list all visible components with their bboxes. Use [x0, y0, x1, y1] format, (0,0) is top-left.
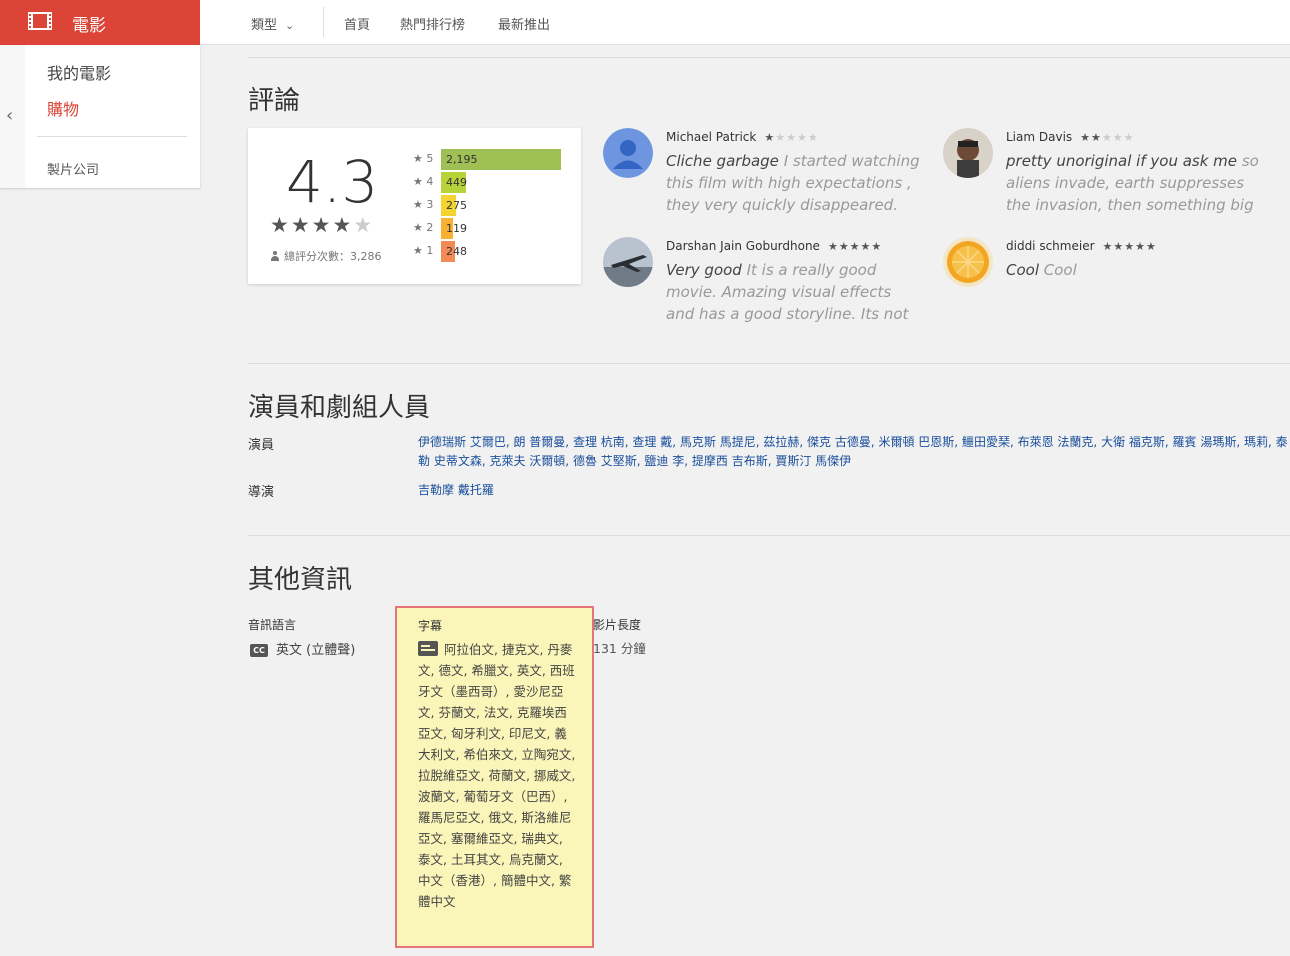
actor-link[interactable]: 羅賓 湯瑪斯	[1173, 435, 1237, 449]
review-stars: ★★★★★	[764, 131, 819, 144]
chevron-down-icon: ⌄	[285, 19, 295, 32]
reviewer-name: diddi schmeier ★★★★★	[1006, 239, 1157, 253]
review-text: Cool Cool	[1006, 259, 1261, 281]
actor-link[interactable]: 米爾頓 巴恩斯	[878, 435, 954, 449]
actor-link[interactable]: 查理 杭南	[573, 435, 625, 449]
histogram-star-label: ★ 1	[413, 244, 434, 257]
collapse-sidebar-button[interactable]: ‹	[0, 45, 25, 188]
subtitles-icon	[418, 641, 438, 656]
info-title: 其他資訊	[248, 565, 353, 595]
actor-link[interactable]: 鹽迪 李	[644, 454, 684, 468]
review-stars: ★★★★★	[1080, 131, 1135, 144]
director-link[interactable]: 吉勒摩 戴托羅	[418, 481, 494, 498]
histogram-star-label: ★ 3	[413, 198, 434, 211]
actor-link[interactable]: 伊德瑞斯 艾爾巴	[418, 435, 506, 449]
actor-link[interactable]: 賈斯汀 馬傑伊	[775, 454, 851, 468]
histogram-star-label: ★ 2	[413, 221, 434, 234]
review-headline: Cool	[1006, 261, 1039, 279]
actors-label: 演員	[248, 438, 275, 453]
section-divider	[248, 57, 1290, 58]
app-title: 電影	[72, 16, 106, 36]
reviewer-name-text: Liam Davis	[1006, 130, 1073, 144]
person-icon	[270, 251, 280, 261]
runtime-label: 影片長度	[593, 618, 642, 632]
review-headline: pretty unoriginal if you ask me	[1006, 152, 1238, 170]
brand-header[interactable]: 電影	[0, 0, 200, 45]
reviewer-name: Darshan Jain Goburdhone ★★★★★	[666, 239, 882, 253]
review-body: Cool	[1043, 261, 1077, 279]
actor-link[interactable]: 克萊夫 沃爾頓	[489, 454, 565, 468]
sidebar: ‹ 我的電影 購物 製片公司	[0, 45, 200, 188]
actor-link[interactable]: 瑪莉	[1244, 435, 1268, 449]
closed-caption-icon: CC	[250, 644, 268, 657]
genre-label: 類型	[251, 18, 278, 33]
review-text: Very good It is a really good movie. Ama…	[666, 259, 921, 325]
actor-link[interactable]: 馬克斯 馬提尼	[680, 435, 756, 449]
runtime-value: 131 分鐘	[593, 641, 646, 656]
actor-link[interactable]: 鱷田愛琹	[962, 435, 1010, 449]
review-headline: Cliche garbage	[666, 152, 779, 170]
rating-summary-card: 4.3 ★★★★★ 總評分次數：3,286 ★ 5 2,195 ★ 4 449 ★ 3 2…	[248, 128, 581, 284]
reviewer-name: Michael Patrick ★★★★★	[666, 130, 819, 144]
cast-title: 演員和劇組人員	[248, 393, 431, 423]
nav-divider	[323, 7, 324, 37]
average-rating: 4.3	[286, 148, 379, 216]
chevron-left-icon: ‹	[6, 105, 14, 126]
reviewer-name: Liam Davis ★★★★★	[1006, 130, 1135, 144]
histogram-count: 449	[446, 176, 467, 189]
histogram-star-label: ★ 4	[413, 175, 434, 188]
reviewer-name-text: Michael Patrick	[666, 130, 757, 144]
section-divider	[248, 363, 1290, 364]
avatar	[943, 237, 993, 287]
sidebar-divider	[37, 136, 187, 137]
avatar	[603, 237, 653, 287]
actor-link[interactable]: 傑克 古德曼	[807, 435, 871, 449]
histogram-star-label: ★ 5	[413, 152, 434, 165]
nav-top-charts[interactable]: 熱門排行榜	[400, 14, 465, 33]
total-ratings-label: 總評分次數：3,286	[284, 250, 382, 263]
sidebar-item-shop[interactable]: 購物	[47, 96, 79, 120]
actor-link[interactable]: 布萊恩 法蘭克	[1018, 435, 1094, 449]
audio-label: 音訊語言	[248, 618, 297, 632]
review-headline: Very good	[666, 261, 742, 279]
actors-list: 伊德瑞斯 艾爾巴, 朗 普爾曼, 查理 杭南, 查理 戴, 馬克斯 馬提尼, 茲…	[418, 435, 1288, 468]
actor-link[interactable]: 提摩西 吉布斯	[692, 454, 768, 468]
reviews-title: 評論	[248, 86, 301, 116]
nav-new-releases[interactable]: 最新推出	[498, 14, 550, 33]
actor-link[interactable]: 大衛 福克斯	[1101, 435, 1165, 449]
histogram-count: 2,195	[446, 153, 478, 166]
actor-link[interactable]: 查理 戴	[632, 435, 672, 449]
review-stars: ★★★★★	[1102, 240, 1157, 253]
review-text: pretty unoriginal if you ask me so alien…	[1006, 150, 1261, 216]
audio-value: CC 英文 (立體聲)	[250, 639, 355, 658]
genre-dropdown[interactable]: 類型 ⌄	[251, 14, 294, 33]
nav-home[interactable]: 首頁	[344, 14, 370, 33]
review-stars: ★★★★★	[827, 240, 883, 253]
actor-link[interactable]: 德魯 艾堅斯	[573, 454, 637, 468]
film-icon	[28, 12, 52, 30]
reviewer-name-text: diddi schmeier	[1006, 239, 1095, 253]
histogram-count: 119	[446, 222, 467, 235]
audio-language: 英文 (立體聲)	[276, 643, 356, 658]
section-divider	[248, 535, 1290, 536]
subtitles-list: 阿拉伯文, 捷克文, 丹麥文, 德文, 希臘文, 英文, 西班牙文（墨西哥）, …	[418, 639, 576, 912]
top-bar: 電影 類型 ⌄ 首頁 熱門排行榜 最新推出	[0, 0, 1290, 45]
average-stars: ★★★★★	[270, 213, 375, 237]
director-label: 導演	[248, 485, 275, 500]
histogram-count: 275	[446, 199, 467, 212]
sidebar-item-studios[interactable]: 製片公司	[47, 159, 99, 178]
subtitles-label: 字幕	[418, 619, 443, 633]
subtitles-highlight: 字幕 阿拉伯文, 捷克文, 丹麥文, 德文, 希臘文, 英文, 西班牙文（墨西哥…	[395, 606, 594, 948]
sidebar-item-my-movies[interactable]: 我的電影	[47, 60, 111, 84]
avatar	[943, 128, 993, 178]
actor-link[interactable]: 茲拉赫	[763, 435, 799, 449]
reviewer-name-text: Darshan Jain Goburdhone	[666, 239, 820, 253]
histogram-count: 248	[446, 245, 467, 258]
total-ratings: 總評分次數：3,286	[270, 248, 382, 264]
avatar	[603, 128, 653, 178]
actor-link[interactable]: 朗 普爾曼	[513, 435, 565, 449]
subtitles-languages: 阿拉伯文, 捷克文, 丹麥文, 德文, 希臘文, 英文, 西班牙文（墨西哥）, …	[418, 642, 576, 909]
review-text: Cliche garbage I started watching this f…	[666, 150, 921, 216]
